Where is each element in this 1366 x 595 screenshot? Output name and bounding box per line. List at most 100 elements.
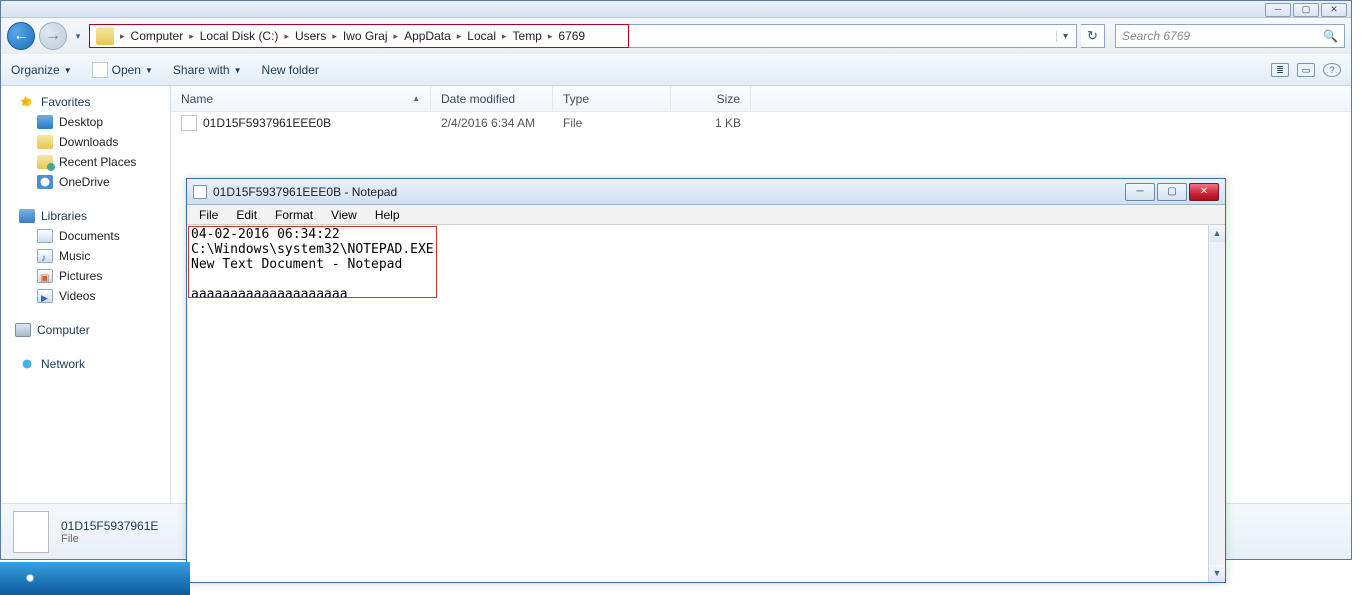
music-icon	[37, 249, 53, 263]
breadcrumb[interactable]: Local Disk (C:)	[196, 29, 283, 43]
sidebar-group-libraries[interactable]: Libraries	[1, 206, 170, 226]
notepad-icon	[193, 185, 207, 199]
chevron-right-icon[interactable]: ▸	[282, 31, 291, 42]
sidebar-item-downloads[interactable]: Downloads	[1, 132, 170, 152]
explorer-titlebar[interactable]: ─ ▢ ✕	[1, 1, 1351, 18]
column-headers: Name▲ Date modified Type Size	[171, 86, 1351, 112]
breadcrumb[interactable]: Temp	[509, 29, 546, 43]
forward-button[interactable]: →	[39, 22, 67, 50]
close-button[interactable]: ✕	[1321, 3, 1347, 17]
network-icon	[19, 357, 35, 371]
new-folder-button[interactable]: New folder	[262, 63, 319, 77]
address-bar[interactable]: ▸ Computer▸ Local Disk (C:)▸ Users▸ Iwo …	[89, 24, 1077, 48]
sidebar-item-pictures[interactable]: Pictures	[1, 266, 170, 286]
libraries-icon	[19, 209, 35, 223]
column-date[interactable]: Date modified	[431, 86, 553, 111]
refresh-button[interactable]: ↻	[1081, 24, 1105, 48]
preview-pane-button[interactable]: ▭	[1297, 63, 1315, 77]
breadcrumb[interactable]: AppData	[400, 29, 455, 43]
chevron-right-icon[interactable]: ▸	[546, 31, 555, 42]
organize-button[interactable]: Organize▼	[11, 63, 72, 77]
vertical-scrollbar[interactable]: ▲ ▼	[1208, 225, 1225, 582]
taskbar[interactable]	[0, 562, 190, 595]
menu-edit[interactable]: Edit	[228, 206, 265, 224]
file-icon	[181, 115, 197, 131]
help-button[interactable]: ?	[1323, 63, 1341, 77]
sidebar-item-documents[interactable]: Documents	[1, 226, 170, 246]
file-name: 01D15F5937961EEE0B	[203, 116, 331, 130]
chevron-right-icon[interactable]: ▸	[392, 31, 401, 42]
column-type[interactable]: Type	[553, 86, 671, 111]
scroll-up-button[interactable]: ▲	[1209, 225, 1225, 242]
menu-view[interactable]: View	[323, 206, 365, 224]
cloud-icon	[37, 175, 53, 189]
sort-asc-icon: ▲	[412, 94, 420, 103]
open-button[interactable]: Open▼	[92, 62, 153, 78]
downloads-icon	[37, 135, 53, 149]
chevron-down-icon: ▼	[145, 66, 153, 75]
details-filetype: File	[61, 533, 158, 545]
folder-icon	[96, 27, 114, 45]
chevron-down-icon: ▼	[64, 66, 72, 75]
chevron-right-icon[interactable]: ▸	[187, 31, 196, 42]
menu-format[interactable]: Format	[267, 206, 321, 224]
maximize-button[interactable]: ▢	[1157, 183, 1187, 201]
file-date: 2/4/2016 6:34 AM	[431, 116, 553, 130]
documents-icon	[37, 229, 53, 243]
sidebar-item-videos[interactable]: Videos	[1, 286, 170, 306]
toolbar: Organize▼ Open▼ Share with▼ New folder ≣…	[1, 54, 1351, 86]
sidebar-item-desktop[interactable]: Desktop	[1, 112, 170, 132]
search-input[interactable]: Search 6769 🔍	[1115, 24, 1345, 48]
file-icon	[92, 62, 108, 78]
history-dropdown[interactable]: ▾	[71, 31, 85, 42]
sidebar-item-computer[interactable]: Computer	[1, 320, 170, 340]
notepad-title: 01D15F5937961EEE0B - Notepad	[213, 185, 397, 199]
maximize-button[interactable]: ▢	[1293, 3, 1319, 17]
notepad-titlebar[interactable]: 01D15F5937961EEE0B - Notepad ─ ▢ ✕	[187, 179, 1225, 205]
breadcrumb[interactable]: Local	[463, 29, 500, 43]
share-button[interactable]: Share with▼	[173, 63, 242, 77]
sidebar-item-onedrive[interactable]: OneDrive	[1, 172, 170, 192]
address-dropdown[interactable]: ▾	[1056, 31, 1074, 42]
sidebar-item-recent[interactable]: Recent Places	[1, 152, 170, 172]
minimize-button[interactable]: ─	[1125, 183, 1155, 201]
view-options-button[interactable]: ≣	[1271, 63, 1289, 77]
file-size: 1 KB	[671, 116, 751, 130]
chevron-down-icon: ▼	[234, 66, 242, 75]
search-icon[interactable]: 🔍	[1323, 29, 1338, 43]
breadcrumb[interactable]: Computer	[127, 29, 188, 43]
chevron-right-icon[interactable]: ▸	[118, 31, 127, 42]
column-name[interactable]: Name▲	[171, 86, 431, 111]
notepad-textarea[interactable]: 04-02-2016 06:34:22 C:\Windows\system32\…	[187, 225, 1225, 582]
breadcrumb[interactable]: Users	[291, 29, 330, 43]
sidebar-item-network[interactable]: Network	[1, 354, 170, 374]
pictures-icon	[37, 269, 53, 283]
file-thumbnail	[13, 511, 49, 553]
notepad-menubar: File Edit Format View Help	[187, 205, 1225, 225]
sidebar-group-favorites[interactable]: Favorites	[1, 92, 170, 112]
minimize-button[interactable]: ─	[1265, 3, 1291, 17]
desktop-icon	[37, 115, 53, 129]
file-type: File	[553, 116, 671, 130]
notepad-content: 04-02-2016 06:34:22 C:\Windows\system32\…	[187, 225, 438, 304]
file-row[interactable]: 01D15F5937961EEE0B 2/4/2016 6:34 AM File…	[171, 112, 1351, 134]
sidebar-item-music[interactable]: Music	[1, 246, 170, 266]
chevron-right-icon[interactable]: ▸	[455, 31, 464, 42]
close-button[interactable]: ✕	[1189, 183, 1219, 201]
recent-icon	[37, 155, 53, 169]
menu-help[interactable]: Help	[367, 206, 408, 224]
breadcrumb[interactable]: Iwo Graj	[339, 29, 392, 43]
menu-file[interactable]: File	[191, 206, 226, 224]
chevron-right-icon[interactable]: ▸	[330, 31, 339, 42]
chevron-right-icon[interactable]: ▸	[500, 31, 509, 42]
navigation-sidebar: Favorites Desktop Downloads Recent Place…	[1, 86, 171, 503]
computer-icon	[15, 323, 31, 337]
back-button[interactable]: ←	[7, 22, 35, 50]
details-filename: 01D15F5937961E	[61, 519, 158, 533]
notepad-window: 01D15F5937961EEE0B - Notepad ─ ▢ ✕ File …	[186, 178, 1226, 583]
breadcrumb[interactable]: 6769	[554, 29, 589, 43]
navigation-row: ← → ▾ ▸ Computer▸ Local Disk (C:)▸ Users…	[1, 18, 1351, 54]
scroll-down-button[interactable]: ▼	[1209, 565, 1225, 582]
column-size[interactable]: Size	[671, 86, 751, 111]
star-icon	[19, 95, 35, 109]
